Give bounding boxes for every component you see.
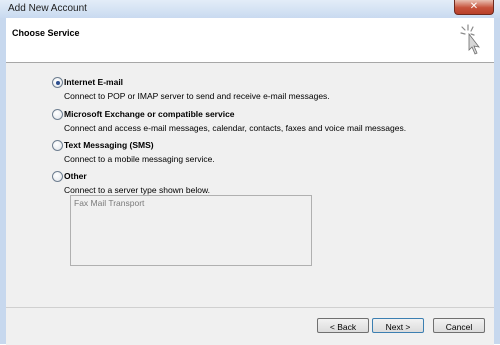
wizard-sparkle-icon bbox=[460, 24, 480, 55]
window-title: Add New Account bbox=[8, 3, 87, 14]
cancel-button[interactable]: Cancel bbox=[433, 318, 485, 333]
close-icon: ✕ bbox=[469, 1, 479, 12]
radio-text-messaging[interactable] bbox=[52, 140, 63, 151]
radio-exchange[interactable] bbox=[52, 109, 63, 120]
radio-other[interactable] bbox=[52, 171, 63, 182]
option-label: Other bbox=[64, 171, 87, 181]
option-description: Connect to a mobile messaging service. bbox=[64, 154, 215, 164]
title-bar: Add New Account ✕ bbox=[0, 0, 500, 18]
close-button[interactable]: ✕ bbox=[454, 0, 494, 15]
option-description: Connect and access e-mail messages, cale… bbox=[64, 123, 407, 133]
radio-internet-email[interactable] bbox=[52, 77, 63, 88]
other-server-types-list[interactable]: Fax Mail Transport bbox=[70, 195, 312, 266]
wizard-header: Choose Service bbox=[6, 18, 494, 63]
option-label: Text Messaging (SMS) bbox=[64, 140, 154, 150]
option-label: Internet E-mail bbox=[64, 77, 124, 87]
option-label: Microsoft Exchange or compatible service bbox=[64, 109, 235, 119]
page-title: Choose Service bbox=[12, 28, 80, 38]
next-button[interactable]: Next > bbox=[372, 318, 424, 333]
wizard-footer: < Back Next > Cancel bbox=[6, 307, 494, 345]
list-item[interactable]: Fax Mail Transport bbox=[74, 198, 144, 208]
option-description: Connect to POP or IMAP server to send an… bbox=[64, 91, 330, 101]
option-description: Connect to a server type shown below. bbox=[64, 185, 210, 195]
back-button[interactable]: < Back bbox=[317, 318, 369, 333]
